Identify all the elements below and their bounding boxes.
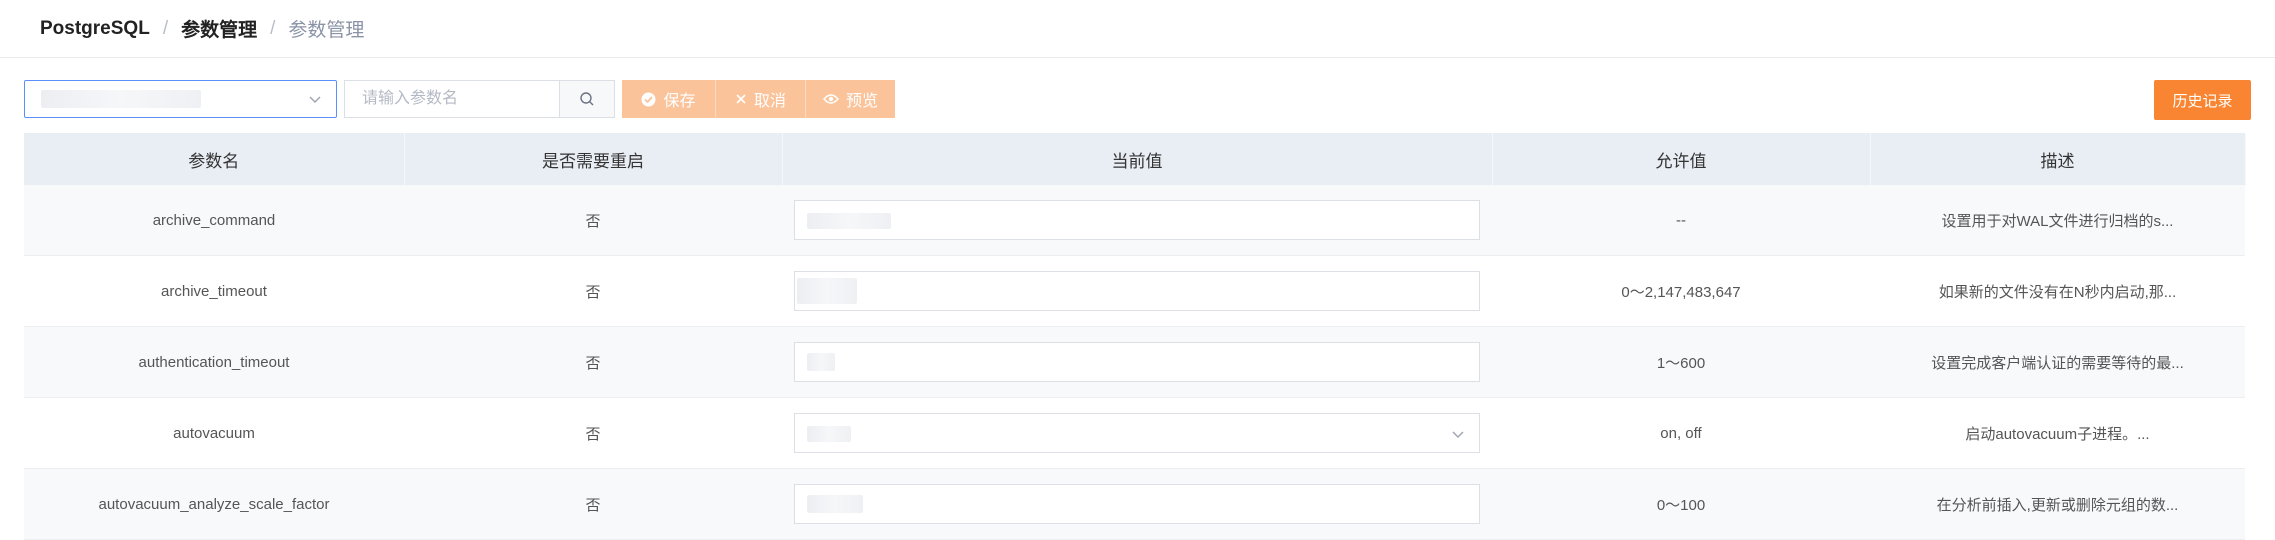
restart-required: 否 <box>404 397 782 469</box>
history-button[interactable]: 历史记录 <box>2154 80 2251 120</box>
column-header-name: 参数名 <box>24 133 405 185</box>
redacted-value <box>797 278 857 304</box>
param-name: archive_timeout <box>24 255 404 327</box>
restart-required: 否 <box>404 326 782 398</box>
table-row: authentication_timeout 否 1～600 设置完成客户端认证… <box>24 326 2245 398</box>
breadcrumb-item-param-mgmt[interactable]: 参数管理 <box>181 15 257 42</box>
search-button[interactable] <box>559 81 614 117</box>
cancel-button[interactable]: 取消 <box>716 80 806 118</box>
cancel-label: 取消 <box>753 93 786 110</box>
allowed-value: 0～2,147,483,647 <box>1492 255 1870 327</box>
table-header-row: 参数名 是否需要重启 当前值 允许值 描述 <box>24 133 2246 185</box>
breadcrumb-separator: / <box>162 17 169 39</box>
column-header-description: 描述 <box>1870 133 2246 185</box>
breadcrumb-separator: / <box>270 17 276 39</box>
current-value-select[interactable] <box>794 413 1480 453</box>
allowed-value: -- <box>1492 185 1870 256</box>
current-value-input[interactable] <box>794 484 1480 524</box>
column-header-restart: 是否需要重启 <box>404 133 783 185</box>
column-header-current-value: 当前值 <box>782 133 1493 185</box>
breadcrumb: PostgreSQL / 参数管理 / 参数管理 <box>0 0 2275 58</box>
action-button-group: 保存 取消 预览 <box>622 80 895 118</box>
redacted-value <box>807 353 835 371</box>
search-box <box>344 80 615 118</box>
save-button[interactable]: 保存 <box>622 80 716 118</box>
toolbar: 保存 取消 预览 历史记录 <box>24 80 2251 120</box>
param-search-input[interactable] <box>345 81 558 117</box>
current-value-input[interactable] <box>794 271 1480 311</box>
redacted-value <box>807 495 863 513</box>
param-description: 设置用于对WAL文件进行归档的s... <box>1870 185 2245 256</box>
restart-required: 否 <box>404 468 782 540</box>
redacted-value <box>807 426 851 442</box>
restart-required: 否 <box>404 185 782 256</box>
allowed-value: 1～600 <box>1492 326 1870 398</box>
table-row: archive_command 否 -- 设置用于对WAL文件进行归档的s... <box>24 185 2245 256</box>
param-name: authentication_timeout <box>24 326 404 398</box>
param-description: 启动autovacuum子进程。... <box>1870 397 2245 469</box>
param-name: autovacuum <box>24 397 404 469</box>
chevron-down-icon <box>309 96 321 104</box>
param-description: 如果新的文件没有在N秒内启动,那... <box>1870 255 2245 327</box>
param-table: 参数名 是否需要重启 当前值 允许值 描述 archive_command 否 … <box>24 133 2246 540</box>
table-row: autovacuum 否 on, off 启动autovacuum子进程。... <box>24 397 2245 469</box>
table-row: autovacuum_analyze_scale_factor 否 0～100 … <box>24 468 2245 540</box>
close-icon <box>735 93 747 105</box>
breadcrumb-item-postgresql[interactable]: PostgreSQL <box>40 18 150 40</box>
redacted-value <box>807 213 891 229</box>
param-description: 在分析前插入,更新或删除元组的数... <box>1870 468 2245 540</box>
param-name: archive_command <box>24 185 404 256</box>
allowed-value: 0～100 <box>1492 468 1870 540</box>
table-row: archive_timeout 否 0～2,147,483,647 如果新的文件… <box>24 255 2245 327</box>
save-icon <box>641 92 656 107</box>
redacted-value <box>41 90 201 108</box>
chevron-down-icon <box>1452 431 1464 439</box>
restart-required: 否 <box>404 255 782 327</box>
breadcrumb-item-current: 参数管理 <box>288 20 365 41</box>
save-label: 保存 <box>663 93 696 110</box>
search-icon <box>580 92 594 106</box>
current-value-input[interactable] <box>794 342 1480 382</box>
instance-select[interactable] <box>24 80 337 118</box>
param-name: autovacuum_analyze_scale_factor <box>24 468 404 540</box>
column-header-allowed-value: 允许值 <box>1492 133 1871 185</box>
preview-button[interactable]: 预览 <box>806 80 895 118</box>
param-description: 设置完成客户端认证的需要等待的最... <box>1870 326 2245 398</box>
eye-icon <box>823 93 839 105</box>
allowed-value: on, off <box>1492 397 1870 469</box>
preview-label: 预览 <box>845 93 878 110</box>
current-value-input[interactable] <box>794 200 1480 240</box>
